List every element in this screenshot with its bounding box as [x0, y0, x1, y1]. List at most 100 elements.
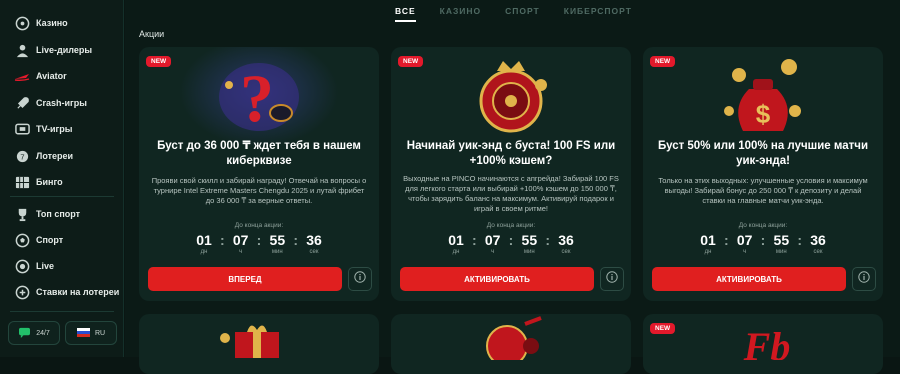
- countdown-label: До конца акции:: [738, 222, 788, 229]
- info-icon: [858, 270, 870, 288]
- language-selector[interactable]: RU: [65, 321, 117, 345]
- card-title: Буст 50% или 100% на лучшие матчи уик-эн…: [657, 140, 869, 167]
- new-badge: NEW: [650, 323, 676, 334]
- new-badge: NEW: [146, 56, 172, 67]
- countdown-seconds: 36: [306, 232, 322, 248]
- new-badge: NEW: [398, 56, 424, 67]
- section-title: Акции: [139, 29, 165, 39]
- countdown-days: 01: [448, 232, 464, 248]
- sidebar-item-label: Спорт: [36, 235, 64, 245]
- promo-card: [391, 314, 631, 374]
- roulette-crown-image: [461, 51, 561, 137]
- sidebar-item-tv-games[interactable]: TV-игры: [0, 116, 124, 142]
- sidebar-item-lottery-bets[interactable]: Ставки на лотереи: [0, 279, 124, 305]
- countdown-hours: 07: [232, 232, 249, 248]
- countdown-timer: 01 дн : 07 ч : 55 мин : 36 сек: [700, 232, 826, 256]
- countdown-seconds: 36: [810, 232, 826, 248]
- countdown-days: 01: [700, 232, 716, 248]
- sidebar-item-label: Топ спорт: [36, 209, 81, 219]
- chat-icon: [18, 327, 31, 340]
- svg-text:Fb: Fb: [743, 324, 791, 360]
- bingo-icon: [14, 174, 30, 190]
- promo-tabs: ВСЕ КАЗИНО СПОРТ КИБЕРСПОРТ: [395, 6, 632, 22]
- live-dealer-icon: [14, 42, 30, 58]
- language-label: RU: [94, 329, 106, 337]
- activate-button[interactable]: АКТИВИРОВАТЬ: [400, 267, 594, 291]
- countdown-days-label: дн: [452, 249, 460, 255]
- sidebar-item-label: Live: [36, 261, 55, 271]
- sidebar-item-casino[interactable]: Казино: [0, 10, 124, 36]
- countdown-hours: 07: [736, 232, 753, 248]
- sidebar-item-aviator[interactable]: Aviator: [0, 63, 124, 89]
- countdown-timer: 01 дн : 07 ч : 55 мин : 36 сек: [448, 232, 574, 256]
- main-content: ВСЕ КАЗИНО СПОРТ КИБЕРСПОРТ Акции ? NEW …: [125, 0, 900, 374]
- svg-text:?: ?: [240, 60, 274, 136]
- sidebar-item-bingo[interactable]: Бинго: [0, 169, 124, 195]
- countdown-days-label: дн: [704, 249, 712, 255]
- promo-card: [139, 314, 379, 374]
- sidebar-item-live[interactable]: Live: [0, 253, 124, 279]
- countdown-label: До конца акции:: [486, 222, 536, 229]
- countdown-hours-label: ч: [491, 249, 495, 255]
- sidebar: Казино Live-дилеры Aviator Crash-игры TV…: [0, 0, 124, 357]
- info-icon: [354, 270, 366, 288]
- countdown-seconds: 36: [558, 232, 574, 248]
- activate-button[interactable]: АКТИВИРОВАТЬ: [652, 267, 846, 291]
- countdown-hours-label: ч: [743, 249, 747, 255]
- sidebar-item-crash[interactable]: Crash-игры: [0, 90, 124, 116]
- countdown-seconds-label: сек: [561, 249, 571, 255]
- support-button[interactable]: 24/7: [8, 321, 60, 345]
- info-icon: [606, 270, 618, 288]
- countdown-label: До конца акции:: [234, 222, 284, 229]
- countdown-minutes: 55: [773, 232, 790, 248]
- sidebar-item-label: Aviator: [36, 71, 67, 81]
- money-bag-image: $: [713, 51, 813, 137]
- sidebar-item-label: Live-дилеры: [36, 45, 93, 55]
- soccer-ball-icon: [14, 232, 30, 248]
- live-icon: [14, 258, 30, 274]
- casino-icon: [14, 15, 30, 31]
- tab-all[interactable]: ВСЕ: [395, 6, 416, 22]
- card-description: Выходные на PINCO начинаются с апгрейда!…: [403, 174, 619, 213]
- countdown-timer: 01 дн : 07 ч : 55 мин : 36 сек: [196, 232, 322, 256]
- promo-card: NEW Начинай уик-энд с буста! 100 FS или …: [391, 47, 631, 301]
- tab-sport[interactable]: СПОРТ: [505, 6, 540, 22]
- info-button[interactable]: [600, 267, 624, 291]
- info-button[interactable]: [348, 267, 372, 291]
- info-button[interactable]: [852, 267, 876, 291]
- countdown-hours-label: ч: [239, 249, 243, 255]
- countdown-seconds-label: сек: [309, 249, 319, 255]
- countdown-days-label: дн: [200, 249, 208, 255]
- promo-card: NEW Fb: [643, 314, 883, 374]
- sidebar-item-label: Казино: [36, 18, 68, 28]
- quiz-question-mark-image: ?: [209, 51, 309, 137]
- sidebar-item-lottery[interactable]: 7 Лотереи: [0, 143, 124, 169]
- card-title: Начинай уик-энд с буста! 100 FS или +100…: [406, 140, 616, 167]
- tab-esports[interactable]: КИБЕРСПОРТ: [564, 6, 632, 22]
- tab-casino[interactable]: КАЗИНО: [440, 6, 482, 22]
- sidebar-item-live-dealers[interactable]: Live-дилеры: [0, 37, 124, 63]
- countdown-minutes-label: мин: [775, 249, 787, 255]
- sidebar-item-label: Лотереи: [36, 151, 74, 161]
- sidebar-item-sport[interactable]: Спорт: [0, 227, 124, 253]
- promo-card: ? NEW Буст до 36 000 ₸ ждет тебя в нашем…: [139, 47, 379, 301]
- forward-button[interactable]: ВПЕРЕД: [148, 267, 342, 291]
- sidebar-divider: [10, 196, 114, 197]
- flag-icon: [76, 327, 90, 339]
- card-description: Только на этих выходных: улучшенные усло…: [658, 176, 868, 205]
- sidebar-divider: [10, 311, 114, 312]
- sidebar-item-top-sport[interactable]: Топ спорт: [0, 201, 124, 227]
- countdown-days: 01: [196, 232, 212, 248]
- countdown-seconds-label: сек: [813, 249, 823, 255]
- countdown-hours: 07: [484, 232, 501, 248]
- fb-logo-image: Fb: [727, 320, 807, 369]
- sidebar-item-label: Crash-игры: [36, 98, 87, 108]
- trophy-icon: [14, 206, 30, 222]
- sidebar-item-label: TV-игры: [36, 124, 73, 134]
- gift-box-image: [217, 318, 297, 363]
- rocket-icon: [14, 95, 30, 111]
- aviator-icon: [14, 68, 30, 84]
- sidebar-item-label: Бинго: [36, 177, 63, 187]
- support-label: 24/7: [36, 329, 50, 337]
- countdown-minutes-label: мин: [523, 249, 535, 255]
